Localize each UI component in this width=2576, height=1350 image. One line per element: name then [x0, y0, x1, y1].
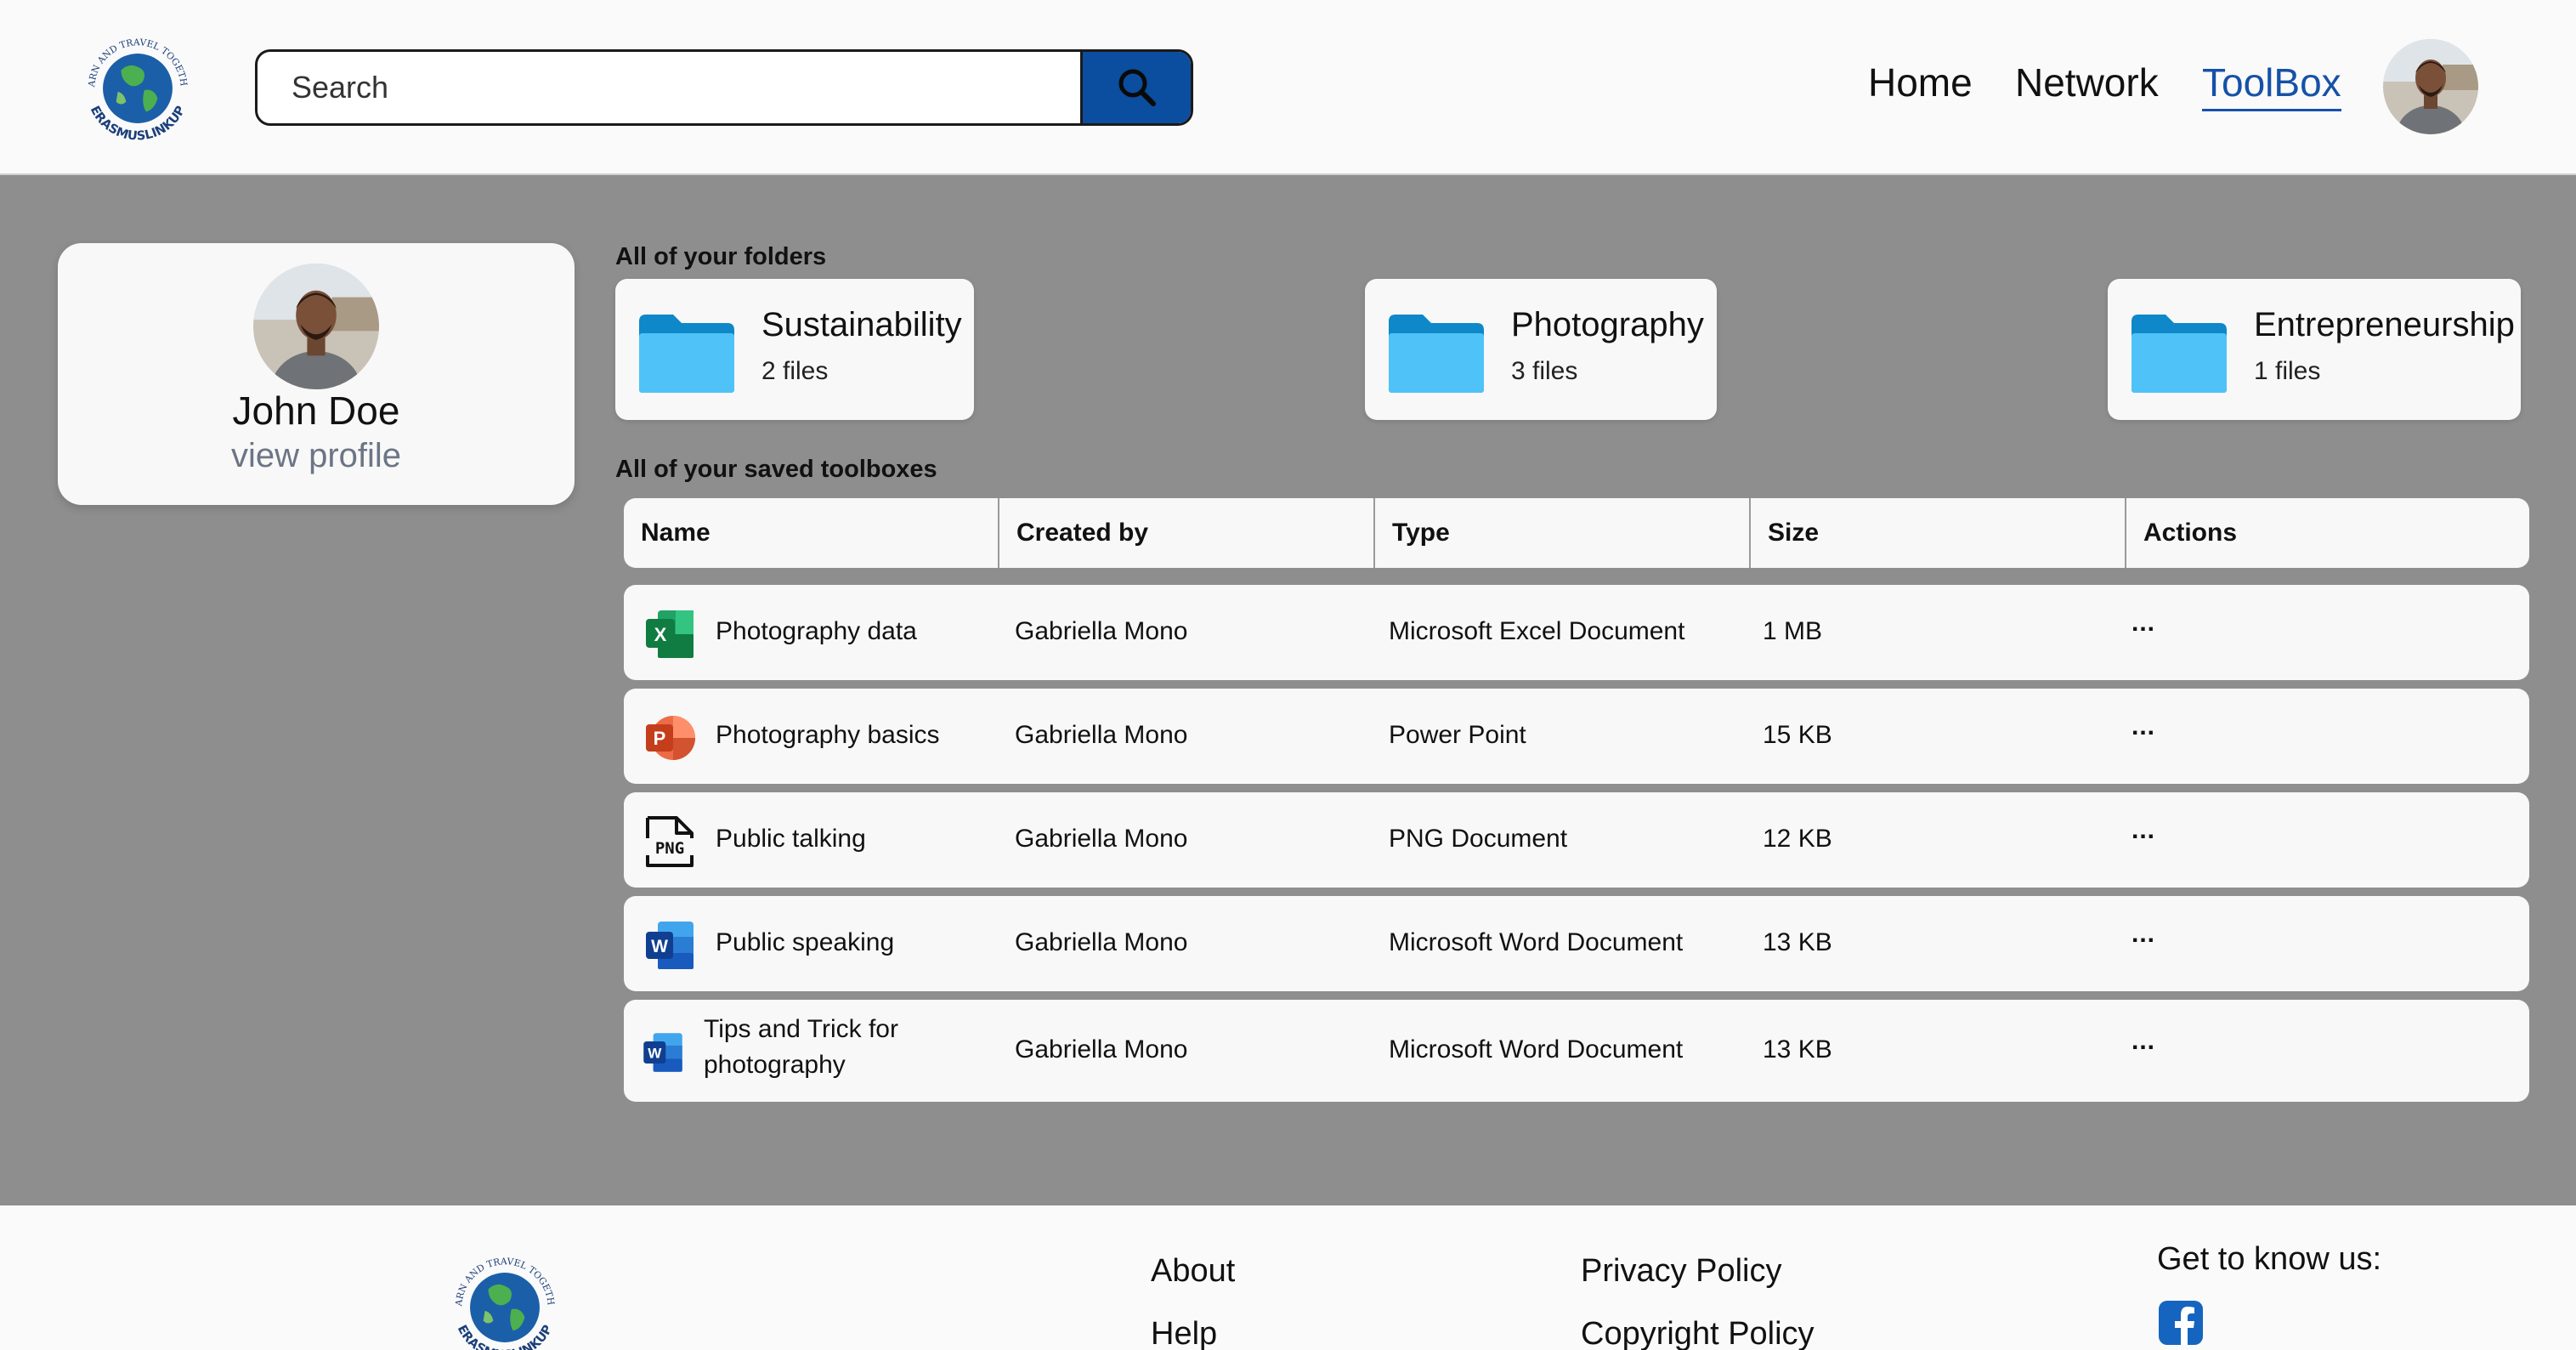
file-size: 12 KB	[1763, 825, 1832, 853]
footer-link-about[interactable]: About	[1151, 1253, 1235, 1290]
profile-name: John Doe	[232, 389, 400, 433]
table-row[interactable]: X Photography data Gabriella Mono Micros…	[624, 585, 2529, 680]
table-row[interactable]: W Tips and Trick for photography Gabriel…	[624, 1000, 2529, 1102]
column-header-created-by[interactable]: Created by	[999, 498, 1375, 568]
column-header-type[interactable]: Type	[1375, 498, 1751, 568]
search-input[interactable]	[258, 52, 1082, 123]
folder-file-count: 1 files	[2254, 357, 2321, 385]
footer-link-copyright[interactable]: Copyright Policy	[1581, 1316, 1815, 1350]
word-icon: W	[643, 1033, 682, 1072]
file-created-by: Gabriella Mono	[1015, 721, 1188, 749]
file-size: 15 KB	[1763, 721, 1832, 749]
svg-text:W: W	[651, 937, 668, 956]
top-header: LEARN AND TRAVEL TOGETHER ERASMUSLINKUP …	[0, 0, 2576, 175]
file-name[interactable]: Photography data	[716, 617, 917, 646]
footer-link-help[interactable]: Help	[1151, 1316, 1217, 1350]
file-size: 13 KB	[1763, 1035, 1832, 1064]
file-type: Power Point	[1389, 721, 1526, 749]
nav-network[interactable]: Network	[2015, 60, 2159, 105]
row-actions-button[interactable]: ...	[2132, 609, 2155, 638]
file-type: Microsoft Excel Document	[1389, 617, 1685, 645]
search-icon	[1118, 69, 1156, 106]
column-header-size[interactable]: Size	[1751, 498, 2126, 568]
profile-card: John Doe view profile	[58, 243, 575, 505]
folder-icon	[2132, 315, 2227, 393]
svg-text:PNG: PNG	[655, 839, 684, 858]
folder-file-count: 3 files	[1511, 357, 1578, 385]
toolboxes-section-title: All of your saved toolboxes	[615, 456, 937, 483]
column-header-name[interactable]: Name	[624, 498, 999, 568]
file-name[interactable]: Public speaking	[716, 928, 894, 957]
nav-toolbox[interactable]: ToolBox	[2202, 60, 2341, 111]
file-type: Microsoft Word Document	[1389, 1035, 1684, 1064]
folder-card[interactable]: Entrepreneurship 1 files	[2108, 279, 2521, 420]
folder-name: Sustainability	[761, 306, 962, 343]
file-name[interactable]: Public talking	[716, 825, 866, 854]
folder-name: Photography	[1511, 306, 1704, 343]
row-actions-button[interactable]: ...	[2132, 816, 2155, 845]
footer: LEARN AND TRAVEL TOGETHER ERASMUSLINKUP …	[0, 1205, 2576, 1350]
avatar-photo	[2383, 39, 2478, 134]
table-row[interactable]: P Photography basics Gabriella Mono Powe…	[624, 689, 2529, 784]
file-type: PNG Document	[1389, 825, 1568, 853]
folders-section-title: All of your folders	[615, 243, 827, 270]
file-type: Microsoft Word Document	[1389, 928, 1684, 956]
folder-icon	[1389, 315, 1484, 393]
row-actions-button[interactable]: ...	[2132, 1027, 2155, 1056]
file-created-by: Gabriella Mono	[1015, 825, 1188, 853]
table-row[interactable]: PNG Public talking Gabriella Mono PNG Do…	[624, 792, 2529, 888]
table-row[interactable]: W Public speaking Gabriella Mono Microso…	[624, 896, 2529, 991]
word-icon: W	[646, 922, 694, 969]
profile-avatar[interactable]	[253, 264, 379, 389]
png-file-icon: PNG	[646, 816, 694, 867]
file-created-by: Gabriella Mono	[1015, 928, 1188, 956]
svg-text:W: W	[648, 1046, 662, 1062]
folder-icon	[639, 315, 734, 393]
erasmus-linkup-logo[interactable]: LEARN AND TRAVEL TOGETHER ERASMUSLINKUP	[439, 1241, 571, 1350]
file-name[interactable]: Photography basics	[716, 721, 940, 750]
search-bar	[255, 49, 1193, 126]
file-created-by: Gabriella Mono	[1015, 1035, 1188, 1064]
erasmus-linkup-logo[interactable]: LEARN AND TRAVEL TOGETHER ERASMUSLINKUP	[71, 22, 204, 155]
row-actions-button[interactable]: ...	[2132, 712, 2155, 741]
user-avatar[interactable]	[2383, 39, 2478, 134]
excel-icon: X	[646, 610, 694, 658]
folder-file-count: 2 files	[761, 357, 829, 385]
folder-name: Entrepreneurship	[2254, 306, 2515, 343]
footer-get-to-know: Get to know us:	[2157, 1241, 2382, 1277]
row-actions-button[interactable]: ...	[2132, 920, 2155, 949]
file-size: 1 MB	[1763, 617, 1823, 645]
view-profile-link[interactable]: view profile	[58, 437, 575, 475]
search-button[interactable]	[1080, 52, 1191, 123]
file-name-continued[interactable]: photography	[704, 1051, 846, 1080]
file-created-by: Gabriella Mono	[1015, 617, 1188, 645]
folder-card[interactable]: Sustainability 2 files	[615, 279, 974, 420]
file-name[interactable]: Tips and Trick for	[704, 1015, 898, 1044]
svg-text:P: P	[654, 728, 666, 749]
file-size: 13 KB	[1763, 928, 1832, 956]
column-header-actions: Actions	[2143, 519, 2238, 547]
facebook-icon[interactable]	[2157, 1299, 2205, 1347]
table-header: Name Created by Type Size Actions	[624, 498, 2529, 568]
powerpoint-icon: P	[646, 716, 695, 760]
svg-text:X: X	[654, 624, 667, 645]
nav-home[interactable]: Home	[1868, 60, 1973, 105]
footer-link-privacy[interactable]: Privacy Policy	[1581, 1253, 1782, 1290]
folder-card[interactable]: Photography 3 files	[1365, 279, 1717, 420]
avatar-photo	[253, 264, 379, 389]
